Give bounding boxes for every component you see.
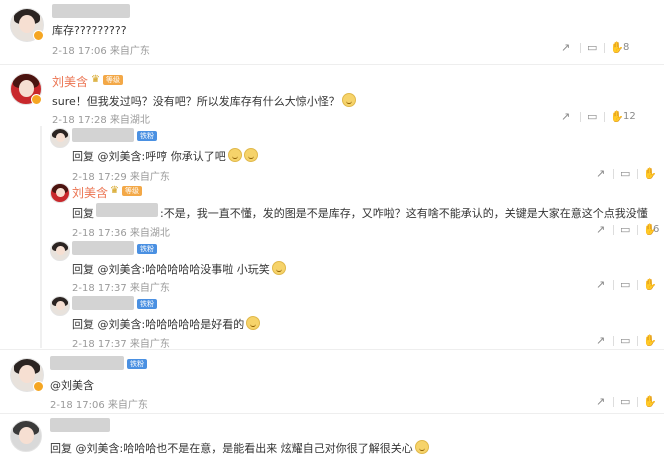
smile-emoji-icon [341,93,356,107]
mention-redacted [96,203,158,217]
comment-meta: 2-18 17:28 来自湖北 [52,115,150,126]
username[interactable]: 刘美含 [52,73,88,90]
avatar[interactable] [50,128,70,148]
verified-badge-icon [31,94,42,105]
crown-icon: ♛ [110,185,119,196]
avatar[interactable] [10,420,42,452]
username-redacted [72,128,134,142]
like-icon[interactable]: ✋ [643,335,657,347]
username-redacted [72,296,134,310]
verified-badge-icon [33,30,44,41]
mention-link[interactable]: @刘美含 [98,318,142,331]
avatar[interactable] [50,296,70,316]
username-redacted [50,356,124,370]
emoji-icon [227,148,242,162]
share-icon[interactable]: ↗ [596,335,608,347]
reply-item: 铁粉 回复 @刘美含:哈哈哈哈哈是好看的 2-18 17:37 来自广东 ↗ ▭… [0,294,664,350]
comment-meta: 2-18 17:06 来自广东 [52,46,150,57]
verified-badge-icon [33,381,44,392]
level-badge: 等级 [103,75,123,85]
like-count: 8 [623,42,630,53]
emoji-icon [243,148,258,162]
share-icon[interactable]: ↗ [561,111,573,123]
comment-item: 刘美含 ♛ 等级 sure！但我发过吗？没有吧？所以发库存有什么大惊小怪？ 2-… [0,65,664,126]
comment-icon[interactable]: ▭ [620,335,632,347]
comment-icon[interactable]: ▭ [620,396,632,408]
comment-icon[interactable]: ▭ [620,279,632,291]
username-redacted [72,241,134,255]
comment-icon[interactable]: ▭ [620,168,632,180]
like-count: 6 [653,224,660,235]
like-count: 12 [623,111,636,122]
like-icon[interactable]: ✋ [643,279,657,291]
comment-item: 库存????????? 2-18 17:06 来自广东 ↗ ▭ ✋ 8 [0,0,664,64]
reply-meta: 2-18 17:37 来自广东 [72,283,170,294]
share-icon[interactable]: ↗ [596,224,608,236]
reply-text: 回复 @刘美含:哈哈哈哈哈没事啦 小玩笑 [72,261,286,277]
comment-icon[interactable]: ▭ [587,42,599,54]
reply-text-body: :不是，我一直不懂，发的图是不是库存，又咋啦？这有啥不能承认的，关键是大家在意这… [160,207,648,220]
fan-badge: 铁粉 [137,299,157,309]
like-icon[interactable]: ✋ [610,42,624,54]
comment-text: 库存????????? [52,24,127,37]
emoji-icon [246,316,261,330]
reply-text: 回复 [72,207,94,220]
username-redacted [50,418,110,432]
mention-link[interactable]: @刘美含 [98,263,142,276]
share-icon[interactable]: ↗ [561,42,573,54]
like-icon[interactable]: ✋ [643,396,657,408]
fan-badge: 铁粉 [137,131,157,141]
share-icon[interactable]: ↗ [596,279,608,291]
reply-meta: 2-18 17:37 来自广东 [72,339,170,350]
share-icon[interactable]: ↗ [596,168,608,180]
level-badge: 等级 [122,186,142,196]
comment-item: 铁粉 @刘美含 2-18 17:06 来自广东 ↗ ▭ ✋ [0,350,664,412]
comment-item: 回复 @刘美含:哈哈哈也不是在意，是能看出来 炫耀自己对你很了解很关心 [0,414,664,461]
reply-item: 刘美含 ♛ 等级 回复 :不是，我一直不懂，发的图是不是库存，又咋啦？这有啥不能… [0,181,664,239]
comment-text: sure！但我发过吗？没有吧？所以发库存有什么大惊小怪？ [52,93,356,109]
avatar[interactable] [50,183,70,203]
reply-meta: 2-18 17:36 来自湖北 [72,228,170,239]
comment-text: 回复 @刘美含:哈哈哈也不是在意，是能看出来 炫耀自己对你很了解很关心 [50,440,429,456]
fan-badge: 铁粉 [127,359,147,369]
reply-text: 回复 @刘美含:呼哼 你承认了吧 [72,148,258,164]
mention-link[interactable]: @刘美含 [76,442,120,455]
comment-icon[interactable]: ▭ [587,111,599,123]
reply-item: 铁粉 回复 @刘美含:呼哼 你承认了吧 2-18 17:29 来自广东 ↗ ▭ … [0,126,664,183]
smile-emoji-icon [414,440,429,454]
mention-link[interactable]: @刘美含 [98,150,142,163]
share-icon[interactable]: ↗ [596,396,608,408]
reply-text: 回复 @刘美含:哈哈哈哈哈是好看的 [72,316,261,332]
like-icon[interactable]: ✋ [643,168,657,180]
like-icon[interactable]: ✋ [610,111,624,123]
avatar[interactable] [50,241,70,261]
comment-meta: 2-18 17:06 来自广东 [50,400,148,411]
mention-link[interactable]: @刘美含 [50,379,94,392]
crown-icon: ♛ [91,74,100,85]
emoji-icon [271,261,286,275]
fan-badge: 铁粉 [137,244,157,254]
reply-item: 铁粉 回复 @刘美含:哈哈哈哈哈没事啦 小玩笑 2-18 17:37 来自广东 … [0,239,664,294]
username-redacted [52,4,130,18]
comment-icon[interactable]: ▭ [620,224,632,236]
comment-text: @刘美含 [50,377,94,393]
username[interactable]: 刘美含 [72,184,108,201]
